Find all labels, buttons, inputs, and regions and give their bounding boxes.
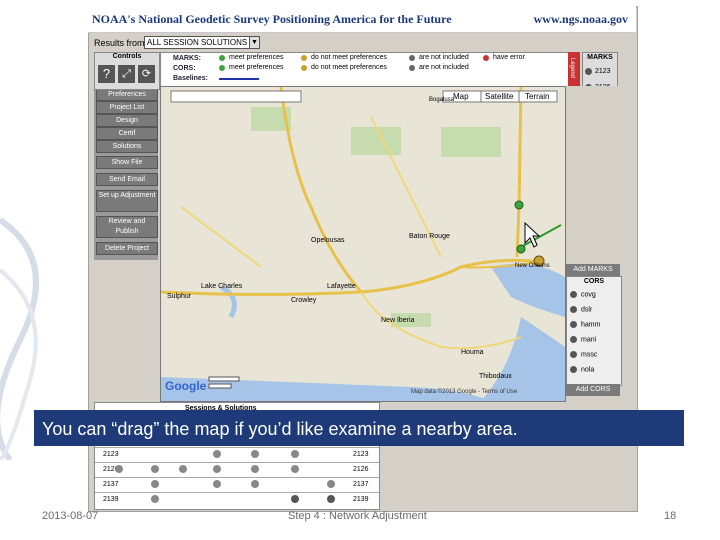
cors-label: dslr (581, 306, 593, 314)
cors-item[interactable]: nola (570, 366, 594, 373)
cors-label: mani (581, 336, 597, 344)
menu-project-list[interactable]: Project List (96, 101, 158, 114)
map-place-label: Baton Rouge (409, 233, 450, 240)
terrain-button[interactable]: Terrain (525, 92, 549, 101)
legend-cors-notincluded: are not included (419, 64, 469, 71)
map-button[interactable]: Map (453, 92, 469, 101)
ngs-banner: NOAA's National Geodetic Survey Position… (88, 6, 636, 33)
caption-text: You can “drag” the map if you’d like exa… (42, 419, 518, 439)
mark-item[interactable]: 2123 (585, 65, 615, 79)
cors-label: mssc (581, 351, 598, 359)
cors-item[interactable]: hamm (570, 321, 600, 328)
footer-page-number: 18 (664, 510, 677, 522)
legend-marks-notmeet: do not meet preferences (311, 54, 387, 61)
map-place-label: Sulphur (167, 293, 192, 300)
map-place-label: Lafayette (327, 283, 356, 290)
banner-title: NOAA's National Geodetic Survey Position… (92, 12, 452, 26)
map-place-label: Thibodaux (479, 373, 512, 380)
results-label: Results from: (94, 38, 148, 48)
cors-title: CORS (583, 278, 605, 285)
results-select[interactable]: ALL SESSION SOLUTIONS ▼ (144, 36, 260, 49)
cors-item[interactable]: dslr (570, 306, 592, 313)
yellow-cors-icon (301, 65, 307, 71)
refresh-icon[interactable]: ⟳ (138, 65, 155, 83)
google-logo: Google (165, 379, 207, 393)
map-canvas[interactable] (161, 87, 565, 401)
cors-dot-icon (570, 351, 577, 358)
controls-box: Controls ? ⤢ ⟳ (94, 52, 160, 90)
menu-solutions[interactable]: Solutions (96, 140, 158, 153)
red-dot-icon (483, 55, 489, 61)
menu-delete-project[interactable]: Delete Project (96, 242, 158, 255)
green-dot-icon (219, 55, 225, 61)
legend-marks-meet: meet preferences (229, 54, 284, 61)
map-place-label: Lake Charles (201, 283, 243, 290)
mark-dot-icon (585, 68, 592, 75)
gray-cors-icon (409, 65, 415, 71)
baseline-line-icon (219, 78, 259, 80)
add-marks-button[interactable]: Add MARKS (566, 264, 620, 276)
legend-baselines-key: Baselines: (173, 75, 209, 82)
cors-dot-icon (570, 366, 577, 373)
legend-marks-key: MARKS: (173, 55, 201, 62)
session-dots (115, 450, 335, 503)
map-place-label: New Iberia (381, 317, 415, 324)
menu-design[interactable]: Design (96, 114, 158, 127)
map-attribution: Map data ©2013 Google - Terms of Use (411, 389, 518, 395)
marks-title: MARKS (587, 54, 613, 61)
legend-cors-notmeet: do not meet preferences (311, 64, 387, 71)
legend-marks-error: have error (493, 54, 525, 61)
help-icon[interactable]: ? (98, 65, 115, 83)
satellite-button[interactable]: Satellite (485, 92, 513, 101)
map-place-label: Bogalusa (429, 97, 455, 103)
legend-tab[interactable]: Legend (568, 52, 580, 86)
legend-tab-label: Legend (569, 58, 575, 79)
mark-label: 2123 (595, 68, 611, 75)
expand-icon[interactable]: ⤢ (118, 65, 135, 83)
legend-marks-notincluded: are not included (419, 54, 469, 61)
gray-dot-icon (409, 55, 415, 61)
map-place-label: New Orleans (515, 263, 550, 269)
cors-dot-icon (570, 291, 577, 298)
cors-label: hamm (581, 321, 601, 329)
google-map[interactable]: Map Satellite Terrain Google Map data ©2… (160, 86, 566, 402)
cors-panel: CORS covg dslr hamm mani mssc nola (566, 276, 622, 386)
cors-dot-icon (570, 306, 577, 313)
cors-item[interactable]: mssc (570, 351, 597, 358)
cors-item[interactable]: mani (570, 336, 596, 343)
banner-url[interactable]: www.ngs.noaa.gov (534, 12, 628, 27)
green-cors-icon (219, 65, 225, 71)
add-cors-button[interactable]: Add CORS (566, 384, 620, 396)
cors-dot-icon (570, 321, 577, 328)
map-place-label: Opelousas (311, 237, 345, 244)
menu-show-file[interactable]: Show File (96, 156, 158, 169)
footer-date: 2013-08-07 (42, 510, 99, 522)
results-select-value: ALL SESSION SOLUTIONS (147, 38, 248, 47)
results-bar: Results from: ALL SESSION SOLUTIONS ▼ (88, 36, 636, 50)
cors-label: covg (581, 291, 596, 299)
cors-label: nola (581, 366, 595, 374)
map-place-label: Houma (461, 349, 484, 356)
controls-title: Controls (112, 53, 142, 60)
map-place-label: Crowley (291, 297, 317, 304)
menu-setup-adjustment[interactable]: Set up Adjustment (96, 190, 158, 212)
menu-certif[interactable]: Certif (96, 127, 158, 140)
cors-item[interactable]: covg (570, 291, 596, 298)
chevron-down-icon[interactable]: ▼ (249, 37, 259, 48)
footer-title: Step 4 : Network Adjustment (288, 510, 427, 522)
legend-cors-key: CORS: (173, 65, 196, 72)
legend-panel: MARKS: CORS: Baselines: meet preferences… (160, 52, 570, 88)
caption-banner: You can “drag” the map if you’d like exa… (34, 410, 684, 446)
legend-cors-meet: meet preferences (229, 64, 284, 71)
cors-dot-icon (570, 336, 577, 343)
menu-review-publish[interactable]: Review and Publish (96, 216, 158, 238)
yellow-dot-icon (301, 55, 307, 61)
menu-send-email[interactable]: Send Email (96, 173, 158, 186)
